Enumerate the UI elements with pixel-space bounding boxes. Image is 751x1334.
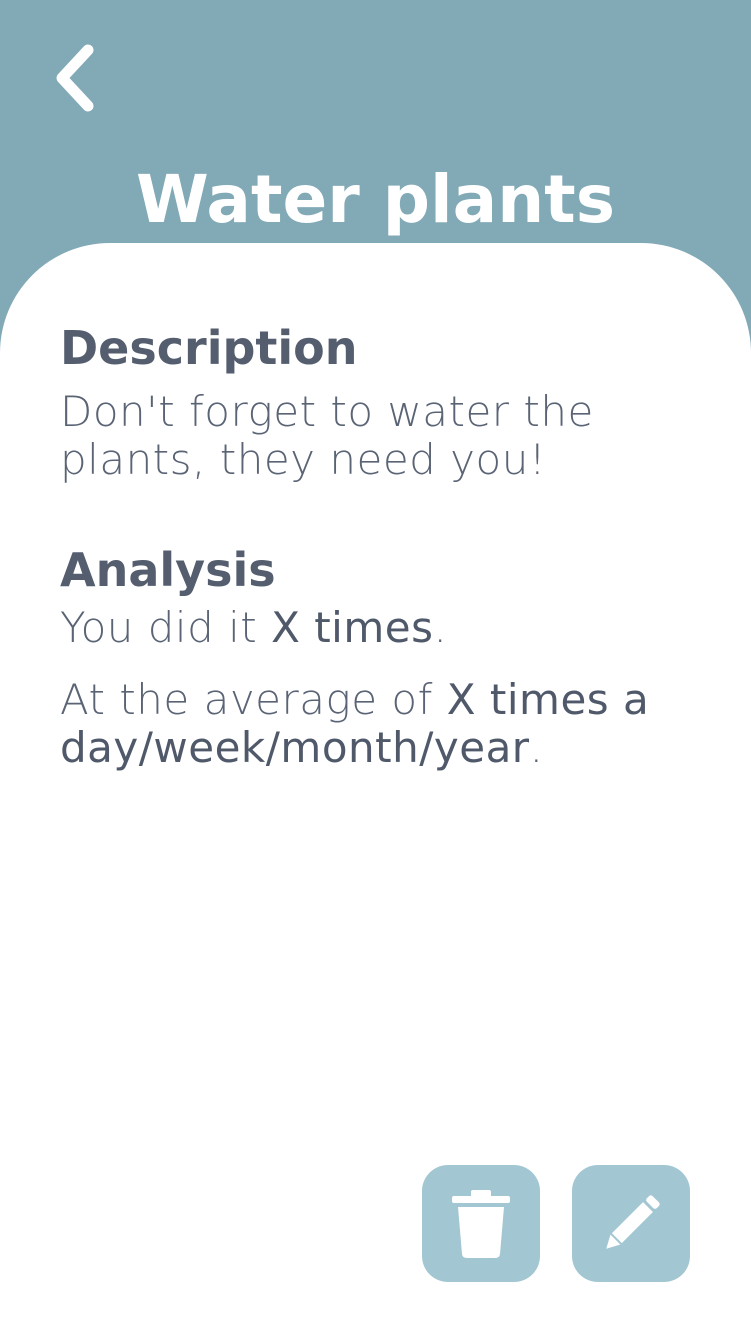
analysis-count-suffix: . bbox=[433, 603, 448, 652]
analysis-count-value: X times bbox=[271, 603, 434, 652]
back-button[interactable] bbox=[44, 40, 108, 116]
analysis-average-line: At the average of X times a day/week/mon… bbox=[60, 676, 700, 772]
chevron-left-icon bbox=[56, 44, 94, 112]
description-heading: Description bbox=[60, 321, 358, 375]
task-details: Description Don't forget to water the pl… bbox=[60, 320, 700, 772]
pencil-icon bbox=[606, 1194, 660, 1249]
edit-button[interactable] bbox=[572, 1165, 690, 1282]
analysis-heading: Analysis bbox=[60, 543, 276, 597]
page-title: Water plants bbox=[135, 161, 616, 238]
description-text: Don't forget to water the plants, they n… bbox=[60, 387, 594, 484]
analysis-count-line: You did it X times. bbox=[60, 604, 700, 652]
delete-button[interactable] bbox=[422, 1165, 540, 1282]
analysis-count-prefix: You did it bbox=[60, 603, 272, 652]
trash-icon bbox=[452, 1189, 510, 1258]
analysis-average-prefix: At the average of bbox=[60, 675, 447, 724]
analysis-average-suffix: . bbox=[529, 723, 544, 772]
